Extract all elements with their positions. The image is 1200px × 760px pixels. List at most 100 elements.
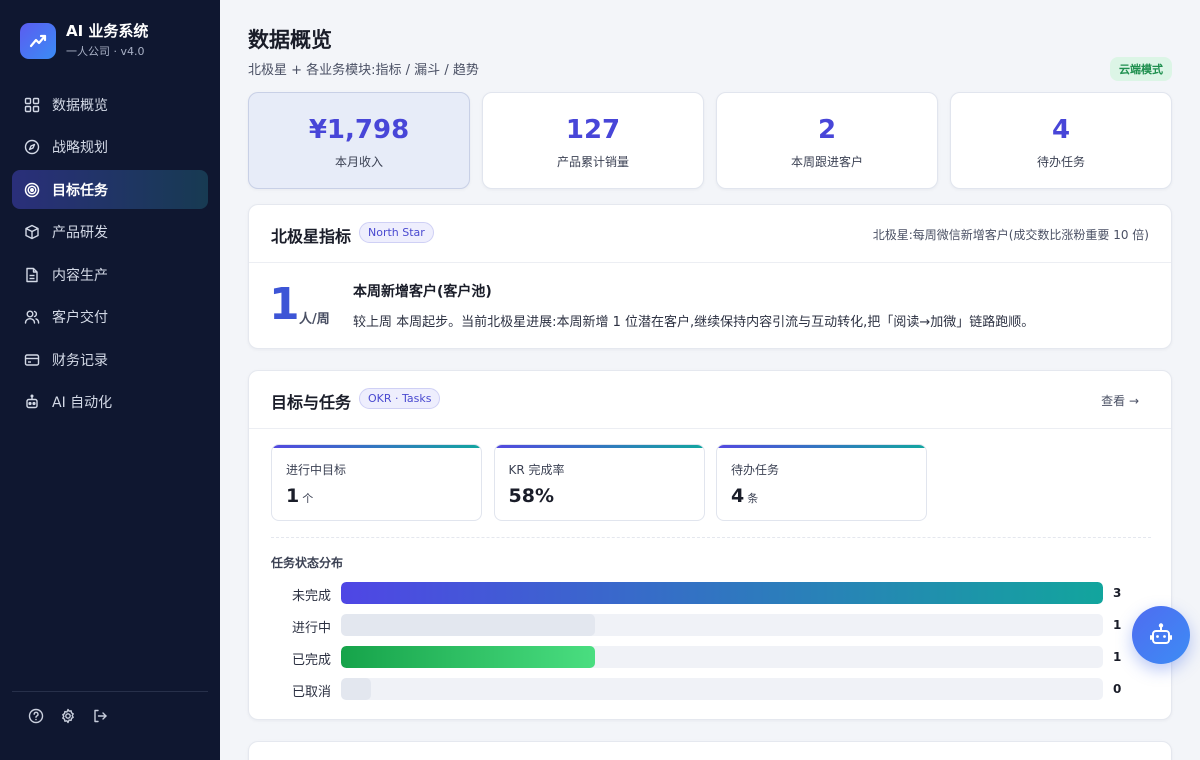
- sidebar-item-label: AI 自动化: [52, 395, 113, 411]
- status-count: 3: [1113, 586, 1122, 600]
- stat-value: 2: [817, 115, 837, 145]
- stat-cards: ¥1,798 本月收入 127 产品累计销量 2 本周跟进客户 4 待办任务: [248, 92, 1172, 189]
- status-track: [341, 614, 1103, 636]
- stat-label: 产品累计销量: [556, 155, 629, 169]
- stat-value: 4: [1051, 115, 1071, 145]
- sidebar-item-goals[interactable]: 目标任务: [12, 170, 208, 209]
- sidebar-item-content[interactable]: 内容生产: [12, 255, 208, 294]
- compass-icon: [24, 139, 40, 155]
- mode-badge: 云端模式: [1110, 57, 1172, 81]
- sidebar-item-label: 数据概览: [52, 97, 108, 114]
- status-bar-fill: [341, 646, 595, 668]
- sidebar-footer: [28, 708, 124, 724]
- target-icon: [24, 182, 40, 197]
- status-label: 已取消: [291, 685, 331, 700]
- okr-card-todos[interactable]: 待办任务 4条: [716, 444, 927, 521]
- stat-label: 本周跟进客户: [790, 155, 863, 169]
- status-bar-row: 已取消 0: [271, 678, 1131, 700]
- okr-cards: 进行中目标 1个 KR 完成率 58% 待办任务 4条: [271, 444, 939, 521]
- stat-value: 127: [565, 115, 621, 145]
- sidebar-item-label: 产品研发: [52, 225, 108, 241]
- status-bar-fill: [341, 678, 372, 700]
- page-subtitle: 北极星 + 各业务模块:指标 / 漏斗 / 趋势: [248, 63, 479, 78]
- status-count: 0: [1113, 682, 1122, 696]
- sidebar-nav: 数据概览 战略规划 目标任务 产品研发 内容生产 客户交付 财务记录 AI 自动…: [12, 85, 208, 425]
- users-icon: [24, 310, 40, 324]
- north-star-metric-title: 本周新增客户(客户池): [353, 284, 492, 300]
- panel-header: 目标与任务 OKR · Tasks 查看 →: [249, 371, 1171, 429]
- sidebar-item-delivery[interactable]: 客户交付: [12, 298, 208, 337]
- status-bar-fill: [341, 582, 1103, 604]
- sidebar-item-overview[interactable]: 数据概览: [12, 85, 208, 124]
- logout-icon[interactable]: [92, 708, 108, 724]
- okr-panel: 目标与任务 OKR · Tasks 查看 → 进行中目标 1个 KR 完成率 5…: [248, 370, 1172, 720]
- status-track: [341, 678, 1103, 700]
- robot-icon: [1150, 623, 1172, 644]
- status-label: 进行中: [291, 621, 331, 636]
- okr-card-label: KR 完成率: [508, 463, 565, 477]
- sidebar-item-label: 客户交付: [52, 310, 108, 326]
- sidebar-item-label: 目标任务: [52, 182, 108, 199]
- sidebar-item-label: 战略规划: [52, 140, 108, 156]
- status-label: 未完成: [291, 589, 331, 604]
- stat-value: ¥1,798: [308, 115, 410, 145]
- document-icon: [26, 267, 38, 282]
- okr-card-active-goals[interactable]: 进行中目标 1个: [271, 444, 482, 521]
- stat-label: 本月收入: [334, 155, 383, 169]
- north-star-note: 北极星:每周微信新增客户(成交数比涨粉重要 10 倍): [872, 228, 1149, 242]
- brand[interactable]: AI 业务系统 一人公司 · v4.0: [20, 22, 148, 59]
- sidebar-item-label: 内容生产: [52, 267, 108, 284]
- cube-icon: [25, 224, 39, 240]
- sidebar-item-label: 财务记录: [52, 352, 108, 369]
- credit-card-icon: [24, 353, 40, 366]
- stat-card-revenue[interactable]: ¥1,798 本月收入: [248, 92, 470, 189]
- okr-card-value: 1个: [286, 485, 314, 507]
- north-star-unit: 人/周: [299, 312, 330, 327]
- status-bar-row: 已完成 1: [271, 646, 1131, 668]
- sidebar-item-product[interactable]: 产品研发: [12, 213, 208, 252]
- help-icon[interactable]: [28, 708, 44, 724]
- assistant-button[interactable]: [1132, 606, 1190, 664]
- north-star-description: 较上周 本周起步。当前北极星进展:本周新增 1 位潜在客户,继续保持内容引流与互…: [353, 315, 1035, 330]
- trend-chart-icon: [20, 22, 56, 59]
- panel-header: 北极星指标 North Star 北极星:每周微信新增客户(成交数比涨粉重要 1…: [249, 205, 1171, 263]
- okr-card-value: 4条: [731, 485, 759, 507]
- page-title: 数据概览: [248, 28, 332, 52]
- status-track: [341, 582, 1103, 604]
- status-count: 1: [1113, 650, 1122, 664]
- sidebar-item-automation[interactable]: AI 自动化: [12, 383, 208, 422]
- okr-card-label: 进行中目标: [286, 463, 347, 477]
- north-star-tag: North Star: [359, 222, 434, 243]
- stat-label: 待办任务: [1036, 155, 1085, 169]
- stat-card-customers[interactable]: 2 本周跟进客户: [716, 92, 938, 189]
- status-count: 1: [1113, 618, 1122, 632]
- sidebar-item-finance[interactable]: 财务记录: [12, 340, 208, 379]
- sidebar-item-strategy[interactable]: 战略规划: [12, 128, 208, 167]
- north-star-value: 1: [269, 279, 300, 330]
- brand-subtitle: 一人公司 · v4.0: [66, 45, 145, 58]
- okr-card-value: 58%: [508, 485, 554, 507]
- status-bar-row: 未完成 3: [271, 582, 1131, 604]
- view-link[interactable]: 查看 →: [1101, 392, 1139, 409]
- sidebar: AI 业务系统 一人公司 · v4.0 数据概览 战略规划 目标任务 产品研发 …: [0, 0, 220, 760]
- okr-card-label: 待办任务: [731, 463, 780, 477]
- status-track: [341, 646, 1103, 668]
- panel-title: 目标与任务: [271, 393, 352, 412]
- okr-tag: OKR · Tasks: [359, 388, 441, 409]
- stat-card-todos[interactable]: 4 待办任务: [950, 92, 1172, 189]
- grid-icon: [24, 97, 40, 112]
- stat-card-sales[interactable]: 127 产品累计销量: [482, 92, 704, 189]
- robot-icon: [26, 394, 38, 409]
- divider: [271, 537, 1151, 538]
- panel-title: 北极星指标: [271, 227, 352, 246]
- sidebar-divider: [12, 691, 208, 692]
- status-bar-fill: [341, 614, 595, 636]
- distribution-title: 任务状态分布: [271, 556, 344, 570]
- brand-title: AI 业务系统: [66, 22, 149, 40]
- status-bar-row: 进行中 1: [271, 614, 1131, 636]
- gear-icon[interactable]: [60, 708, 76, 724]
- north-star-panel: 北极星指标 North Star 北极星:每周微信新增客户(成交数比涨粉重要 1…: [248, 204, 1172, 349]
- next-panel: [248, 741, 1172, 760]
- status-label: 已完成: [291, 653, 331, 668]
- okr-card-kr-rate[interactable]: KR 完成率 58%: [493, 444, 705, 521]
